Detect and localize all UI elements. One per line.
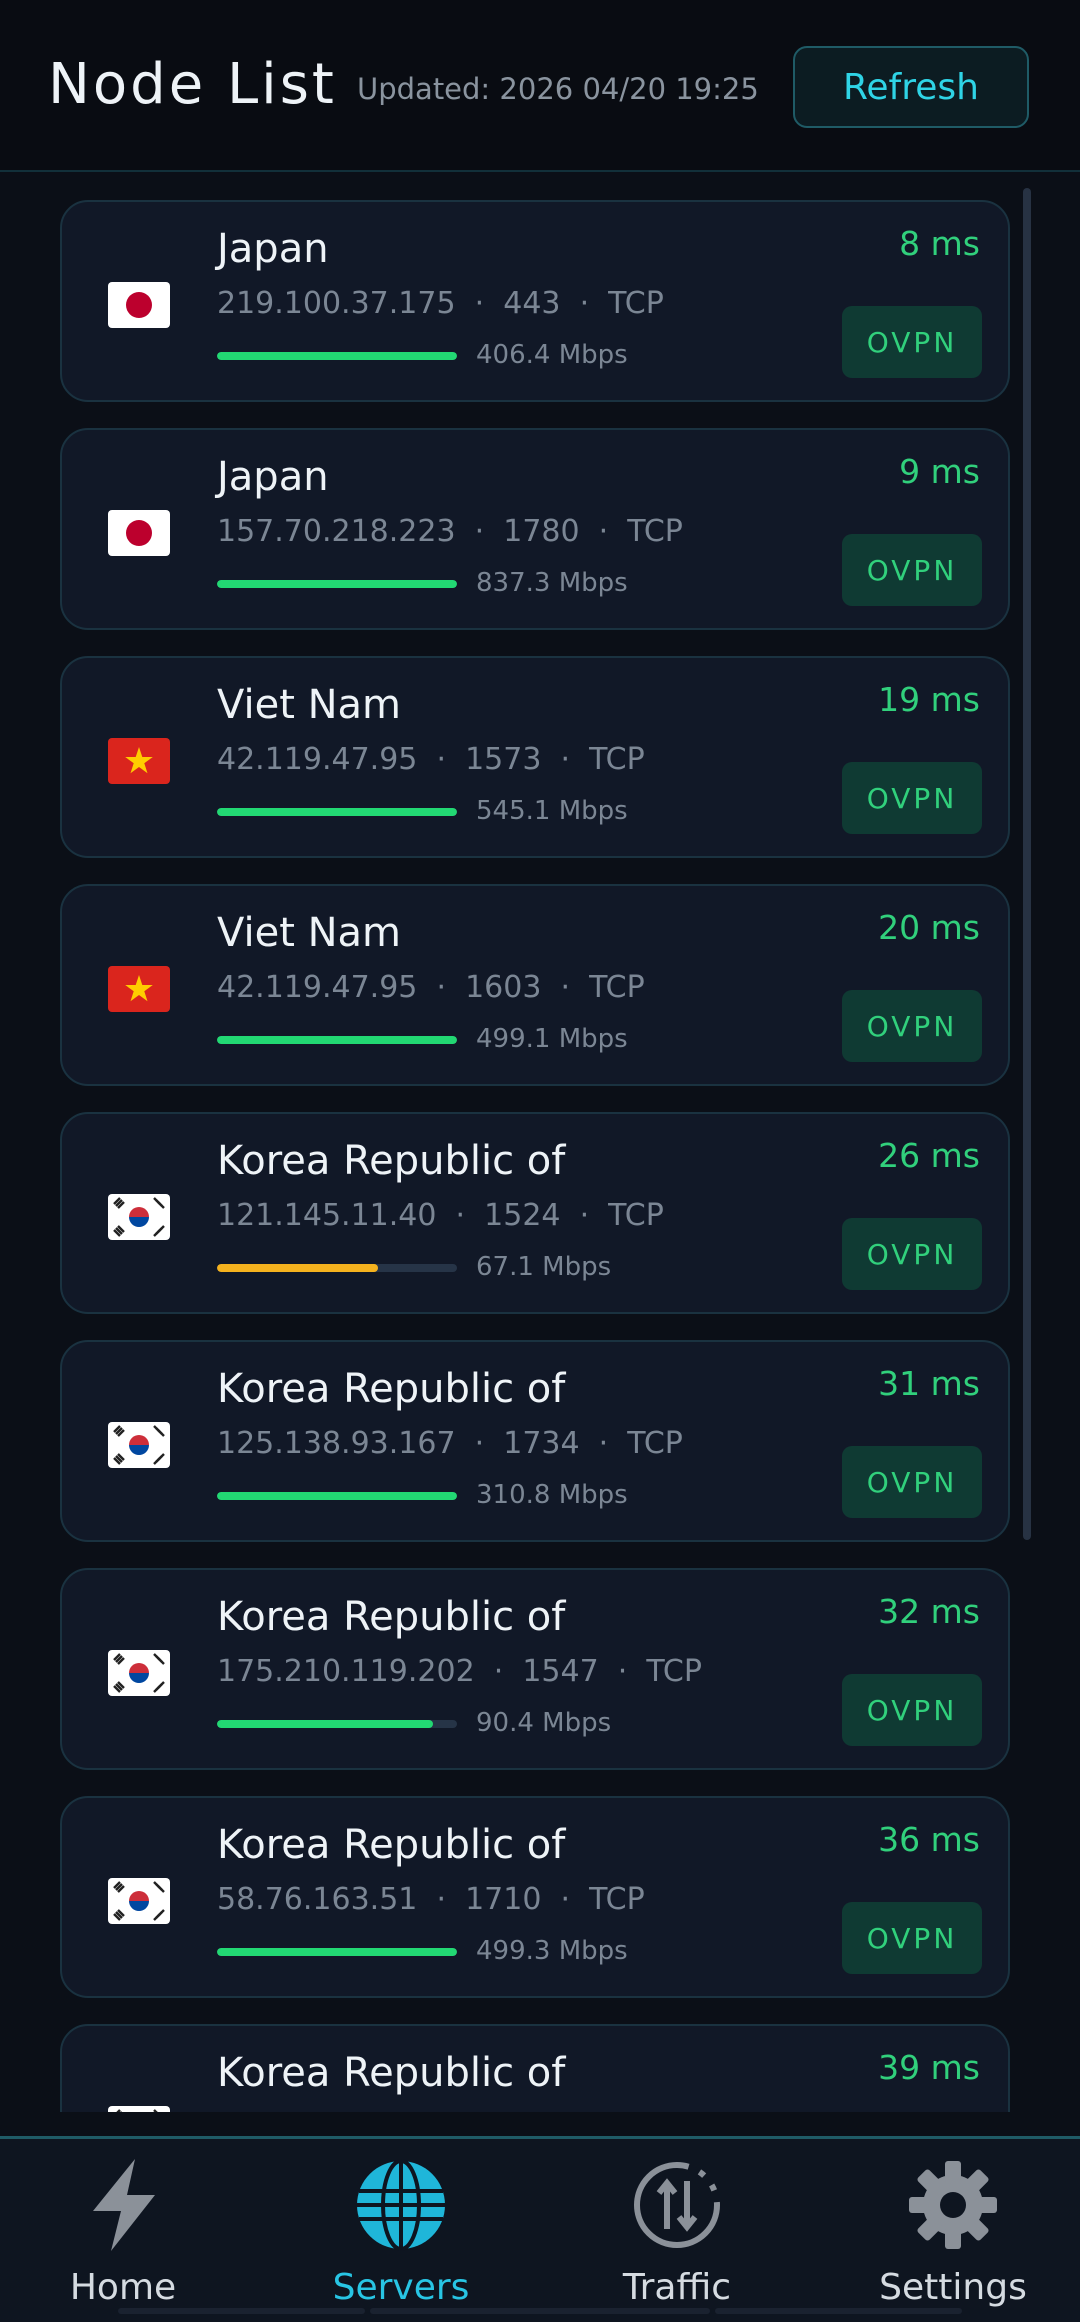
gear-icon (901, 2139, 1005, 2261)
protocol-badge[interactable]: OVPN (842, 534, 982, 606)
protocol-badge[interactable]: OVPN (842, 306, 982, 378)
server-speed: 67.1 Mbps (476, 1252, 612, 1282)
server-ping: 8 ms (899, 224, 980, 263)
server-speed: 310.8 Mbps (476, 1480, 628, 1510)
home-indicator (118, 2308, 365, 2314)
server-country: Viet Nam (217, 910, 402, 956)
server-country: Japan (217, 226, 329, 272)
server-country: Korea Republic of (217, 1366, 566, 1412)
server-country: Korea Republic of (217, 2050, 566, 2096)
server-card[interactable]: Japan 219.100.37.175 · 443 · TCP 406.4 Mbp… (60, 200, 1010, 402)
speed-bar (217, 1948, 457, 1956)
nav-label: Settings (879, 2267, 1027, 2308)
server-ping: 26 ms (878, 1136, 980, 1175)
nav-traffic[interactable]: Traffic (542, 2139, 812, 2322)
server-address: 58.76.163.51 · 1710 · TCP (217, 1882, 645, 1917)
flag-kr-icon (108, 1650, 170, 1696)
server-country: Korea Republic of (217, 1822, 566, 1868)
server-address: 121.145.11.40 · 1524 · TCP (217, 1198, 664, 1233)
speed-bar-fill (217, 1720, 433, 1728)
traffic-icon (625, 2139, 729, 2261)
server-country: Japan (217, 454, 329, 500)
nav-label: Servers (332, 2267, 470, 2308)
server-card[interactable]: Korea Republic of 121.145.11.40 · 1524 · … (60, 1112, 1010, 1314)
server-address: 42.119.47.95 · 1573 · TCP (217, 742, 645, 777)
speed-bar (217, 352, 457, 360)
protocol-badge[interactable]: OVPN (842, 1674, 982, 1746)
server-speed: 90.4 Mbps (476, 1708, 612, 1738)
flag-kr-icon (108, 2106, 170, 2112)
server-country: Viet Nam (217, 682, 402, 728)
refresh-button[interactable]: Refresh (793, 46, 1029, 128)
nav-home[interactable]: Home (0, 2139, 258, 2322)
server-card[interactable]: Korea Republic of 175.210.119.202 · 1547 … (60, 1568, 1010, 1770)
flag-kr-icon (108, 1422, 170, 1468)
server-speed: 545.1 Mbps (476, 796, 628, 826)
server-ping: 20 ms (878, 908, 980, 947)
server-card[interactable]: Viet Nam 42.119.47.95 · 1573 · TCP 545.1 M… (60, 656, 1010, 858)
server-card[interactable]: Viet Nam 42.119.47.95 · 1603 · TCP 499.1 M… (60, 884, 1010, 1086)
server-ping: 39 ms (878, 2048, 980, 2087)
protocol-badge[interactable]: OVPN (842, 762, 982, 834)
speed-bar-fill (217, 808, 457, 816)
server-ping: 36 ms (878, 1820, 980, 1859)
server-address: 157.70.218.223 · 1780 · TCP (217, 514, 683, 549)
speed-bar-fill (217, 1264, 378, 1272)
protocol-badge[interactable]: OVPN (842, 1446, 982, 1518)
protocol-badge[interactable]: OVPN (842, 1218, 982, 1290)
lightning-icon (71, 2139, 175, 2261)
server-card[interactable]: Korea Republic of 39 ms (60, 2024, 1010, 2112)
home-indicator (370, 2308, 710, 2314)
speed-bar (217, 580, 457, 588)
page-title: Node List (48, 52, 337, 117)
scrollbar[interactable] (1023, 188, 1031, 1540)
flag-vn-icon (108, 966, 170, 1012)
nav-servers[interactable]: Servers (266, 2139, 536, 2322)
speed-bar-fill (217, 580, 457, 588)
server-ping: 9 ms (899, 452, 980, 491)
flag-vn-icon (108, 738, 170, 784)
server-speed: 499.3 Mbps (476, 1936, 628, 1966)
speed-bar-fill (217, 1036, 457, 1044)
node-list[interactable]: Japan 219.100.37.175 · 443 · TCP 406.4 Mbp… (0, 172, 1080, 2112)
bottom-nav: Home Servers Traffic Settings (0, 2136, 1080, 2322)
protocol-badge[interactable]: OVPN (842, 990, 982, 1062)
app-header: Node List Updated: 2026 04/20 19:25 Refr… (0, 0, 1080, 172)
server-address: 219.100.37.175 · 443 · TCP (217, 286, 664, 321)
server-country: Korea Republic of (217, 1594, 566, 1640)
flag-jp-icon (108, 510, 170, 556)
updated-timestamp: Updated: 2026 04/20 19:25 (357, 72, 759, 106)
speed-bar-fill (217, 352, 457, 360)
globe-icon (349, 2139, 453, 2261)
flag-kr-icon (108, 1194, 170, 1240)
nav-settings[interactable]: Settings (818, 2139, 1080, 2322)
server-address: 42.119.47.95 · 1603 · TCP (217, 970, 645, 1005)
home-indicator (715, 2308, 962, 2314)
server-card[interactable]: Japan 157.70.218.223 · 1780 · TCP 837.3 Mb… (60, 428, 1010, 630)
flag-jp-icon (108, 282, 170, 328)
speed-bar (217, 808, 457, 816)
flag-kr-icon (108, 1878, 170, 1924)
server-country: Korea Republic of (217, 1138, 566, 1184)
speed-bar (217, 1264, 457, 1272)
server-address: 125.138.93.167 · 1734 · TCP (217, 1426, 683, 1461)
server-ping: 32 ms (878, 1592, 980, 1631)
speed-bar (217, 1492, 457, 1500)
server-ping: 19 ms (878, 680, 980, 719)
nav-label: Home (69, 2267, 177, 2308)
server-speed: 837.3 Mbps (476, 568, 628, 598)
nav-label: Traffic (622, 2267, 732, 2308)
server-ping: 31 ms (878, 1364, 980, 1403)
server-card[interactable]: Korea Republic of 125.138.93.167 · 1734 ·… (60, 1340, 1010, 1542)
server-address: 175.210.119.202 · 1547 · TCP (217, 1654, 702, 1689)
server-speed: 406.4 Mbps (476, 340, 628, 370)
speed-bar (217, 1720, 457, 1728)
server-card[interactable]: Korea Republic of 58.76.163.51 · 1710 · T… (60, 1796, 1010, 1998)
speed-bar (217, 1036, 457, 1044)
server-speed: 499.1 Mbps (476, 1024, 628, 1054)
speed-bar-fill (217, 1492, 457, 1500)
speed-bar-fill (217, 1948, 457, 1956)
protocol-badge[interactable]: OVPN (842, 1902, 982, 1974)
